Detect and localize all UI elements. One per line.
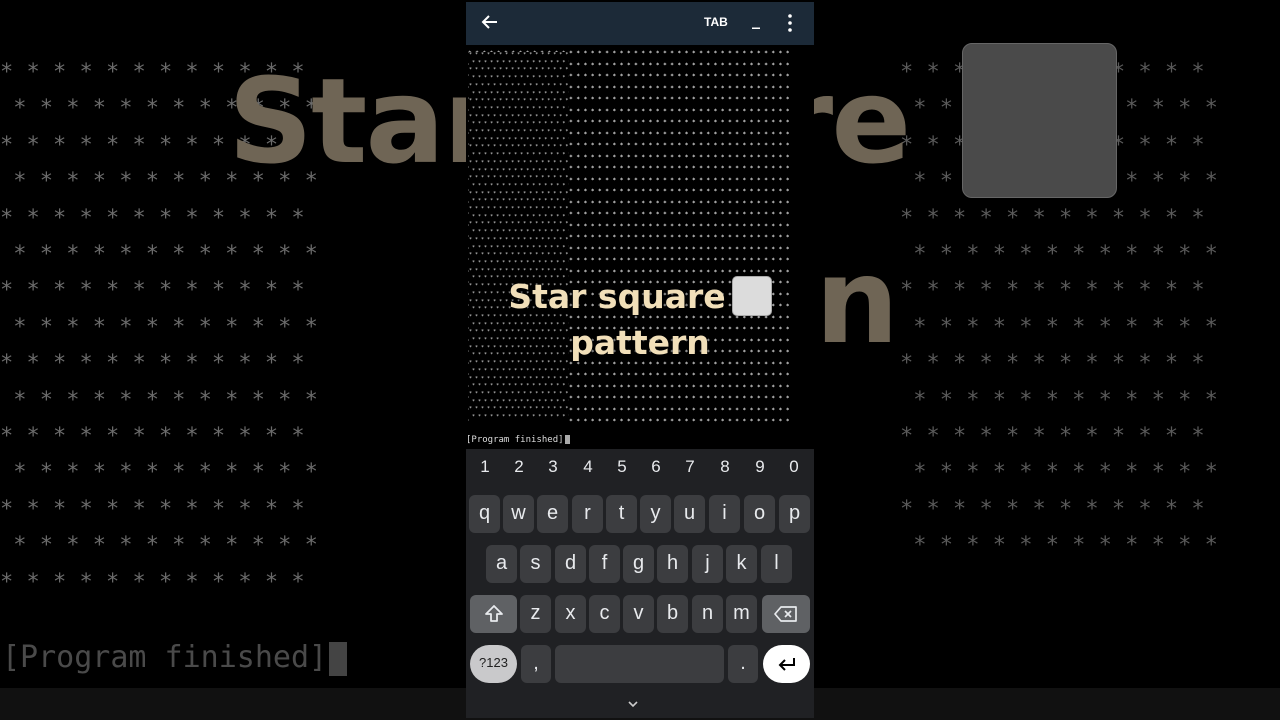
symbols-key[interactable]: ?123: [470, 645, 517, 683]
terminal-toolbar: TAB _: [466, 2, 814, 45]
space-key[interactable]: [555, 645, 724, 683]
key-7[interactable]: 7: [673, 457, 707, 477]
comma-key[interactable]: ,: [521, 645, 551, 683]
key-w[interactable]: w: [503, 495, 534, 533]
enter-icon: [778, 657, 795, 671]
key-9[interactable]: 9: [743, 457, 777, 477]
phone-screen: TAB _ * * * * * * * * * * * * * * * * * …: [466, 2, 814, 718]
background-square-icon: [962, 43, 1117, 198]
key-m[interactable]: m: [726, 595, 757, 633]
key-a[interactable]: a: [486, 545, 517, 583]
chevron-down-icon[interactable]: [626, 699, 640, 709]
shift-icon: [484, 604, 503, 622]
video-title-line1: Star square: [508, 277, 726, 316]
period-key[interactable]: .: [728, 645, 758, 683]
keyboard-number-row: 1 2 3 4 5 6 7 8 9 0: [466, 449, 814, 489]
key-2[interactable]: 2: [502, 457, 536, 477]
key-z[interactable]: z: [520, 595, 551, 633]
key-k[interactable]: k: [726, 545, 757, 583]
key-o[interactable]: o: [744, 495, 775, 533]
key-r[interactable]: r: [572, 495, 603, 533]
key-c[interactable]: c: [589, 595, 620, 633]
key-3[interactable]: 3: [536, 457, 570, 477]
key-v[interactable]: v: [623, 595, 654, 633]
key-u[interactable]: u: [674, 495, 705, 533]
key-t[interactable]: t: [606, 495, 637, 533]
key-q[interactable]: q: [469, 495, 500, 533]
enter-key[interactable]: [763, 645, 810, 683]
key-p[interactable]: p: [779, 495, 810, 533]
key-i[interactable]: i: [709, 495, 740, 533]
key-x[interactable]: x: [555, 595, 586, 633]
tab-button[interactable]: TAB: [704, 15, 728, 29]
key-5[interactable]: 5: [605, 457, 639, 477]
star-pattern-dense-column: * * * * * * * * * * * * * * * * * * * * …: [469, 52, 569, 424]
background-cursor: [329, 641, 348, 676]
key-n[interactable]: n: [692, 595, 723, 633]
backspace-icon: [774, 605, 797, 622]
key-d[interactable]: d: [555, 545, 586, 583]
program-finished-line: [Program finished]: [466, 435, 570, 445]
shift-key[interactable]: [470, 595, 517, 633]
background-title-left: Star: [228, 52, 501, 190]
video-title-line2: pattern: [570, 323, 710, 362]
key-6[interactable]: 6: [639, 457, 673, 477]
background-program-label: [Program finished]: [2, 640, 328, 675]
background-program-text: [Program finished]: [2, 640, 348, 676]
terminal-cursor: [564, 435, 570, 444]
minimize-button[interactable]: _: [752, 10, 760, 29]
key-e[interactable]: e: [537, 495, 568, 533]
terminal-output: * * * * * * * * * * * * * * * * * * * * …: [466, 46, 814, 446]
keyboard: 1 2 3 4 5 6 7 8 9 0 q w e r t y u i o p …: [466, 449, 814, 718]
video-title-overlay: Star square pattern: [466, 274, 814, 366]
key-f[interactable]: f: [589, 545, 620, 583]
background-title-second: n: [815, 232, 900, 370]
program-finished-text: [Program finished]: [466, 435, 564, 445]
key-0[interactable]: 0: [777, 457, 811, 477]
key-8[interactable]: 8: [708, 457, 742, 477]
key-s[interactable]: s: [520, 545, 551, 583]
key-1[interactable]: 1: [468, 457, 502, 477]
arrow-left-icon[interactable]: [480, 12, 500, 32]
key-l[interactable]: l: [761, 545, 792, 583]
more-vertical-icon[interactable]: [788, 14, 792, 32]
key-4[interactable]: 4: [571, 457, 605, 477]
backspace-key[interactable]: [762, 595, 810, 633]
key-h[interactable]: h: [657, 545, 688, 583]
key-j[interactable]: j: [692, 545, 723, 583]
white-square-icon: [731, 275, 772, 316]
key-y[interactable]: y: [640, 495, 671, 533]
key-b[interactable]: b: [657, 595, 688, 633]
key-g[interactable]: g: [623, 545, 654, 583]
